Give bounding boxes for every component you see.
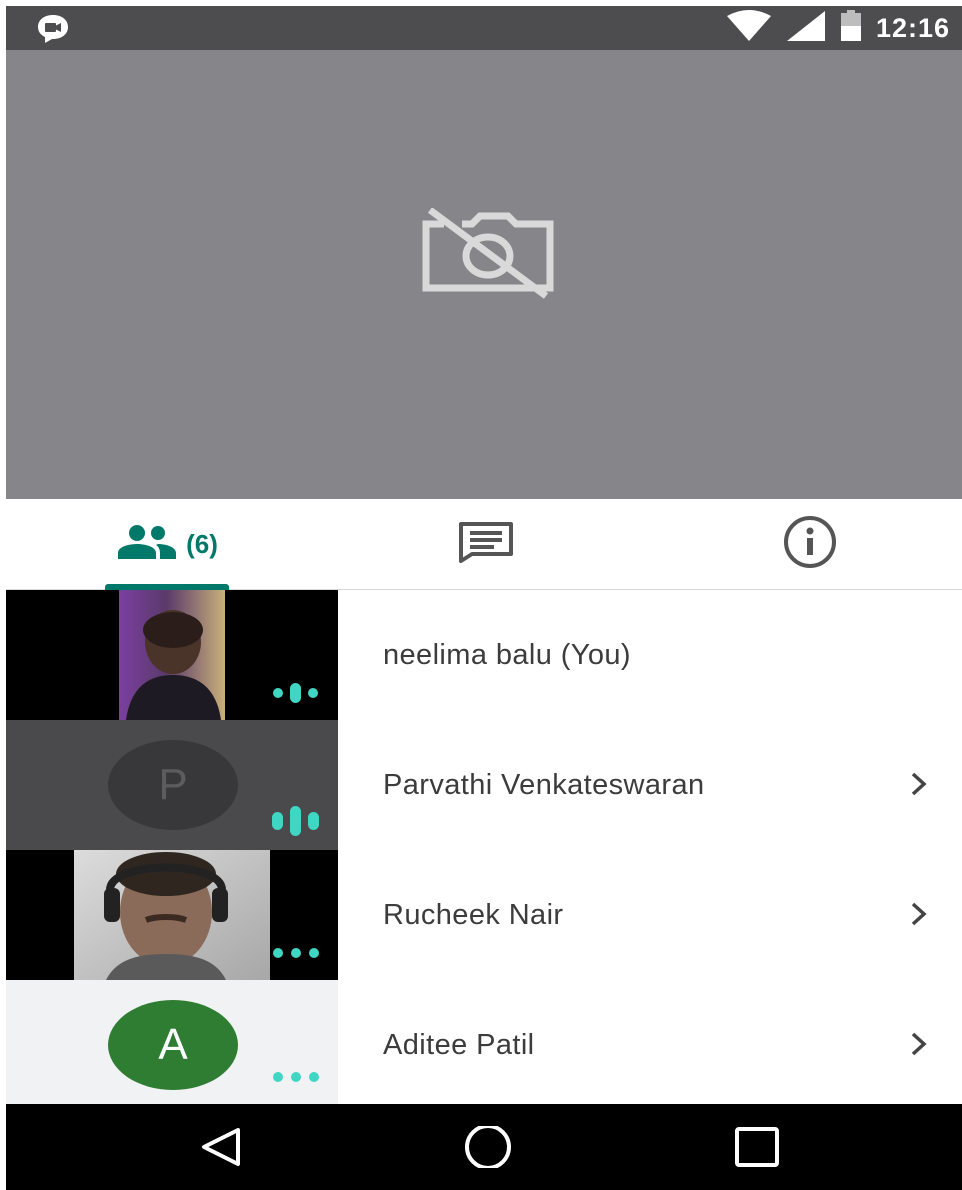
battery-icon <box>840 9 862 47</box>
main-video-area[interactable] <box>6 50 962 499</box>
chevron-right-icon[interactable] <box>908 770 930 803</box>
avatar: P <box>108 740 238 830</box>
participant-name: Rucheek Nair <box>383 898 564 931</box>
tab-people[interactable]: (6) <box>105 499 229 590</box>
info-icon <box>782 514 838 575</box>
speaking-indicator-icon <box>272 806 320 841</box>
camera-off-icon <box>422 207 554 305</box>
chevron-right-icon[interactable] <box>908 900 930 933</box>
home-icon[interactable] <box>462 1124 514 1173</box>
participant-name: Parvathi Venkateswaran <box>383 768 705 801</box>
speaking-indicator-icon <box>272 682 320 709</box>
navigation-bar <box>6 1104 962 1190</box>
chevron-right-icon[interactable] <box>908 1030 930 1063</box>
participant-count: (6) <box>186 528 218 559</box>
wifi-icon <box>726 9 772 47</box>
cellular-signal-icon <box>786 10 826 47</box>
avatar: A <box>108 1000 238 1090</box>
participant-name: Aditee Patil <box>383 1028 535 1061</box>
tab-chat[interactable] <box>446 499 526 589</box>
more-dots-indicator-icon <box>272 1070 320 1089</box>
list-item[interactable]: P Parvathi Venkateswaran <box>6 720 962 850</box>
chat-message-icon <box>458 521 514 568</box>
more-dots-indicator-icon <box>272 946 320 965</box>
list-item[interactable]: Rucheek Nair <box>6 850 962 980</box>
participant-tile: A <box>6 980 338 1110</box>
recents-icon[interactable] <box>734 1126 780 1173</box>
back-icon[interactable] <box>198 1126 244 1173</box>
tab-bar: (6) <box>6 499 962 590</box>
participant-list: neelima balu (You) P Parvathi Venkateswa… <box>6 590 962 1110</box>
list-item[interactable]: A Aditee Patil <box>6 980 962 1110</box>
tab-info[interactable] <box>770 499 850 589</box>
people-icon <box>116 524 178 564</box>
status-bar: 12:16 <box>6 6 962 50</box>
meet-call-screen: 12:16 (6) neelima balu (You) P Parvathi … <box>6 6 962 1190</box>
clock: 12:16 <box>875 12 950 43</box>
participant-name: neelima balu (You) <box>383 638 631 671</box>
meet-chat-icon <box>36 14 70 49</box>
list-item[interactable]: neelima balu (You) <box>6 590 962 720</box>
